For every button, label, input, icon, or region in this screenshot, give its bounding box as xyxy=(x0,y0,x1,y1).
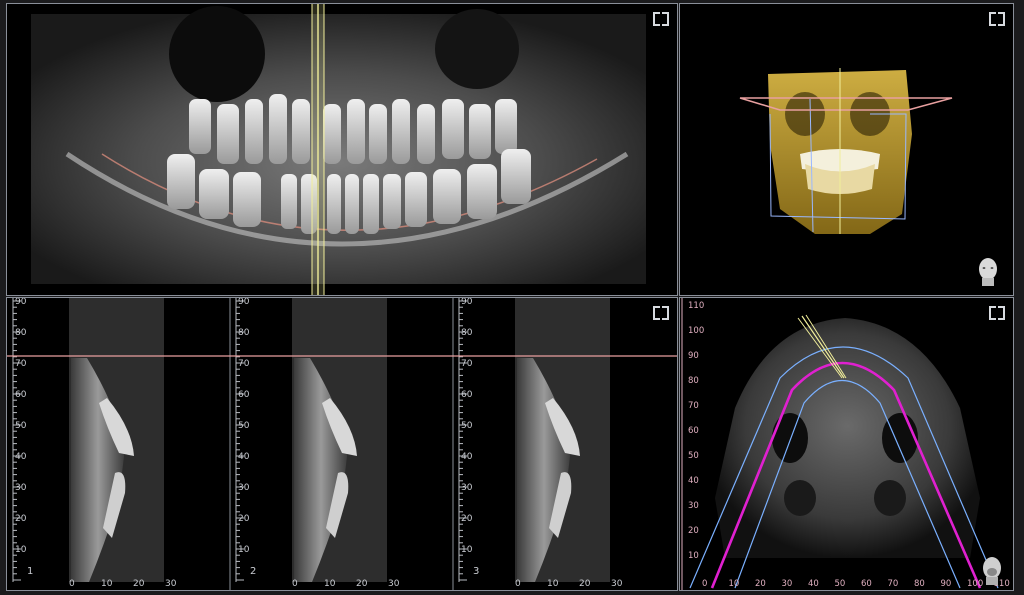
x-tick-label: 0 xyxy=(69,579,75,589)
axial-x-tick-label: 70 xyxy=(888,579,899,589)
head-orientation-icon[interactable] xyxy=(981,556,1003,586)
x-tick-label: 30 xyxy=(388,579,400,589)
ruler-tick-label: 80 xyxy=(461,328,473,338)
axial-x-tick-label: 30 xyxy=(782,579,793,589)
x-tick-label: 0 xyxy=(515,579,521,589)
ruler-tick-label: 20 xyxy=(461,514,473,524)
ruler-tick-label: 20 xyxy=(238,514,250,524)
axial-x-tick-label: 90 xyxy=(941,579,952,589)
slice-number: 2 xyxy=(250,566,256,577)
ruler-tick-label: 50 xyxy=(238,421,250,431)
axial-y-tick-label: 30 xyxy=(688,501,699,511)
ruler-tick-label: 90 xyxy=(15,298,27,307)
x-tick-label: 0 xyxy=(292,579,298,589)
x-tick-label: 10 xyxy=(547,579,559,589)
axial-x-tick-label: 80 xyxy=(914,579,925,589)
ruler-tick-label: 60 xyxy=(15,390,27,400)
axial-canvas: 1101009080706050403020100 10 20 30 40 50 60 70 8… xyxy=(681,298,1010,590)
head-orientation-icon[interactable] xyxy=(977,257,999,287)
x-tick-label: 20 xyxy=(356,579,368,589)
cross-section-slice-3[interactable]: 90 80 70 60 50 40 30 20 10 0 10 20 30 3 xyxy=(458,298,623,589)
ruler-tick-label: 10 xyxy=(15,545,27,555)
ruler-tick-label: 40 xyxy=(238,452,250,462)
ruler-tick-label: 10 xyxy=(461,545,473,555)
ruler-tick-label: 70 xyxy=(15,359,27,369)
ruler-tick-label: 10 xyxy=(238,545,250,555)
skull-3d-render xyxy=(739,68,953,234)
ruler-tick-label: 70 xyxy=(461,359,473,369)
axial-x-tick-label: 50 xyxy=(835,579,846,589)
slice-number: 3 xyxy=(473,566,479,577)
axial-y-tick-label: 60 xyxy=(688,426,699,436)
axial-y-tick-label: 70 xyxy=(688,401,699,411)
cross-section-slice-2[interactable]: 90 80 70 60 50 40 30 20 10 0 10 20 30 2 xyxy=(235,298,454,591)
panoramic-slice-marker[interactable] xyxy=(311,4,325,296)
ruler-tick-label: 40 xyxy=(461,452,473,462)
axial-viewport[interactable]: 110 100 90 80 70 60 50 40 30 20 10 0 10 20 30 40 50 60 70 8… xyxy=(679,297,1014,591)
ruler-tick-label: 80 xyxy=(238,328,250,338)
axial-y-tick-label: 110 xyxy=(688,301,704,311)
fullscreen-icon[interactable] xyxy=(989,306,1005,320)
ruler-tick-label: 70 xyxy=(238,359,250,369)
fullscreen-icon[interactable] xyxy=(989,12,1005,26)
ruler-tick-label: 90 xyxy=(238,298,250,307)
ruler-tick-label: 50 xyxy=(461,421,473,431)
cross-sections-viewport[interactable]: 90 80 70 60 50 40 30 20 10 0 10 20 30 1 90 80 70 60 50 40 30… xyxy=(6,297,678,591)
ruler-tick-label: 80 xyxy=(15,328,27,338)
slice-number: 1 xyxy=(27,566,33,577)
ruler-tick-label: 90 xyxy=(461,298,473,307)
ruler-tick-label: 60 xyxy=(238,390,250,400)
x-tick-label: 10 xyxy=(324,579,336,589)
fullscreen-icon[interactable] xyxy=(653,306,669,320)
axial-x-tick-label: 0 xyxy=(702,579,707,589)
x-tick-label: 20 xyxy=(133,579,145,589)
axial-y-tick-label: 40 xyxy=(688,476,699,486)
axial-x-tick-label: 20 xyxy=(755,579,766,589)
axial-y-tick-label: 80 xyxy=(688,376,699,386)
fullscreen-icon[interactable] xyxy=(653,12,669,26)
axial-x-tick-label: 60 xyxy=(861,579,872,589)
ruler-tick-label: 30 xyxy=(238,483,250,493)
x-tick-label: 10 xyxy=(101,579,113,589)
ruler-tick-label: 60 xyxy=(461,390,473,400)
cross-section-canvas: 9080706050403020100 10 20 30190807060504030… xyxy=(7,298,677,591)
axial-x-tick-label: 10 xyxy=(729,579,740,589)
x-tick-label: 30 xyxy=(165,579,177,589)
axial-y-tick-label: 20 xyxy=(688,526,699,536)
axial-y-tick-label: 50 xyxy=(688,451,699,461)
ruler-tick-label: 20 xyxy=(15,514,27,524)
x-tick-label: 20 xyxy=(579,579,591,589)
ruler-tick-label: 40 xyxy=(15,452,27,462)
ruler-tick-label: 50 xyxy=(15,421,27,431)
axial-y-tick-label: 100 xyxy=(688,326,704,336)
axial-x-tick-label: 40 xyxy=(808,579,819,589)
cross-section-slice-1[interactable]: 90 80 70 60 50 40 30 20 10 0 10 20 30 1 xyxy=(12,298,231,591)
panoramic-viewport[interactable] xyxy=(6,3,678,296)
x-tick-label: 30 xyxy=(611,579,623,589)
ruler-tick-label: 30 xyxy=(461,483,473,493)
volume-3d-viewport[interactable] xyxy=(679,3,1014,296)
ruler-tick-label: 30 xyxy=(15,483,27,493)
panoramic-image xyxy=(31,4,646,296)
axial-y-tick-label: 10 xyxy=(688,551,699,561)
axial-y-tick-label: 90 xyxy=(688,351,699,361)
